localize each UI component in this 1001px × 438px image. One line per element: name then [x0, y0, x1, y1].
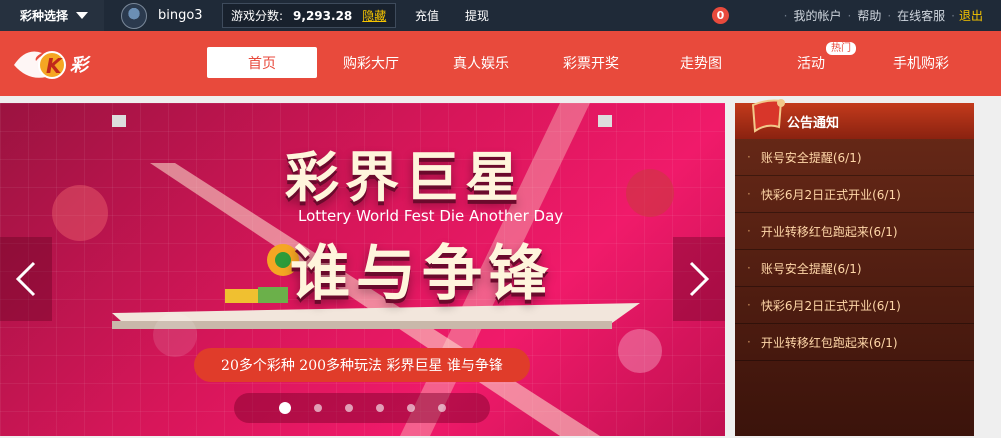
announcement-item[interactable]: · 快彩6月2日正式开业(6/1) [735, 287, 974, 324]
score-box: 游戏分数: 9,293.28 隐藏 [222, 3, 396, 28]
announcement-text: 开业转移红包跑起来(6/1) [760, 224, 898, 239]
banner-dot-6[interactable] [437, 404, 446, 412]
banner-headline: 彩界巨星 [285, 146, 525, 209]
announcement-item[interactable]: · 账号安全提醒(6/1) [735, 139, 974, 176]
announcement-text: 快彩6月2日正式开业(6/1) [760, 187, 901, 202]
logout-link[interactable]: 退出 [959, 0, 983, 31]
megaphone-icon [751, 99, 785, 133]
nav-lottery-results[interactable]: 彩票开奖 [536, 47, 646, 78]
lottery-select-label: 彩种选择 [20, 9, 69, 23]
banner-dot-4[interactable] [375, 404, 384, 412]
online-support-link[interactable]: 在线客服 [897, 7, 945, 24]
recharge-link[interactable]: 充值 [415, 0, 439, 31]
separator-dot: · [887, 8, 892, 23]
banner-dot-1[interactable] [278, 402, 291, 414]
top-bar: 彩种选择 bingo3 游戏分数: 9,293.28 隐藏 充值 提现 0 · … [0, 0, 1001, 31]
announcements-header: 公告通知 [735, 99, 974, 139]
main-nav: K 彩 首页 购彩大厅 真人娱乐 彩票开奖 走势图 活动 热门 手机购彩 [0, 31, 1001, 96]
announcements-title: 公告通知 [787, 115, 840, 131]
announcement-text: 账号安全提醒(6/1) [760, 150, 862, 165]
banner-prev-button[interactable] [0, 237, 52, 321]
username[interactable]: bingo3 [158, 0, 203, 31]
banner-headline-2: 谁与争锋 [290, 239, 554, 309]
score-label: 游戏分数: [231, 9, 284, 23]
help-link[interactable]: 帮助 [857, 7, 881, 24]
separator-dot: · [847, 8, 852, 23]
bullet-icon: · [747, 335, 751, 349]
banner-dot-5[interactable] [406, 404, 415, 412]
banner-subline: Lottery World Fest Die Another Day [298, 207, 564, 225]
bullet-icon: · [747, 298, 751, 312]
hot-badge: 热门 [826, 42, 856, 55]
bullet-icon: · [747, 150, 751, 164]
announcements-panel: 公告通知 · 账号安全提醒(6/1) · 快彩6月2日正式开业(6/1) · 开业转移… [735, 99, 974, 436]
separator-dot: · [951, 8, 955, 23]
logo-text: 彩 [70, 55, 88, 76]
nav-live-casino[interactable]: 真人娱乐 [426, 47, 536, 78]
announcement-item[interactable]: · 快彩6月2日正式开业(6/1) [735, 176, 974, 213]
announcement-item[interactable]: · 账号安全提醒(6/1) [735, 250, 974, 287]
chevron-left-icon [15, 261, 36, 297]
site-logo[interactable]: K 彩 [12, 43, 107, 83]
announcement-item[interactable]: · 开业转移红包跑起来(6/1) [735, 324, 974, 361]
svg-text:K: K [46, 54, 63, 78]
banner-pagination [234, 393, 490, 423]
nav-lottery-hall[interactable]: 购彩大厅 [316, 47, 426, 78]
avatar[interactable] [121, 3, 147, 29]
nav-home[interactable]: 首页 [207, 47, 317, 78]
bullet-icon: · [747, 261, 751, 275]
withdraw-link[interactable]: 提现 [465, 0, 489, 31]
announcement-text: 开业转移红包跑起来(6/1) [760, 335, 898, 350]
announcement-text: 快彩6月2日正式开业(6/1) [760, 298, 901, 313]
message-count-badge[interactable]: 0 [712, 7, 729, 24]
top-links: · 我的帐户 · 帮助 · 在线客服 · [784, 0, 955, 31]
lottery-select-dropdown[interactable]: 彩种选择 [0, 0, 104, 31]
nav-mobile-lottery[interactable]: 手机购彩 [866, 47, 976, 78]
score-value: 9,293.28 [293, 8, 353, 23]
banner-next-button[interactable] [673, 237, 725, 321]
separator-dot: · [783, 8, 788, 23]
announcement-item[interactable]: · 开业转移红包跑起来(6/1) [735, 213, 974, 250]
announcement-text: 账号安全提醒(6/1) [760, 261, 862, 276]
promo-banner[interactable]: 彩界巨星 Lottery World Fest Die Another Day … [0, 103, 725, 436]
chevron-right-icon [689, 261, 710, 297]
logo-flame-icon: K [14, 51, 66, 79]
chevron-down-icon [76, 12, 89, 19]
banner-slogan: 20多个彩种 200多种玩法 彩界巨星 谁与争锋 [194, 348, 530, 382]
nav-trend-chart[interactable]: 走势图 [646, 47, 756, 78]
banner-dot-2[interactable] [313, 404, 322, 412]
bullet-icon: · [747, 187, 751, 201]
bullet-icon: · [747, 224, 751, 238]
banner-dot-3[interactable] [344, 404, 353, 412]
my-account-link[interactable]: 我的帐户 [793, 7, 841, 24]
hide-score-link[interactable]: 隐藏 [362, 7, 386, 24]
